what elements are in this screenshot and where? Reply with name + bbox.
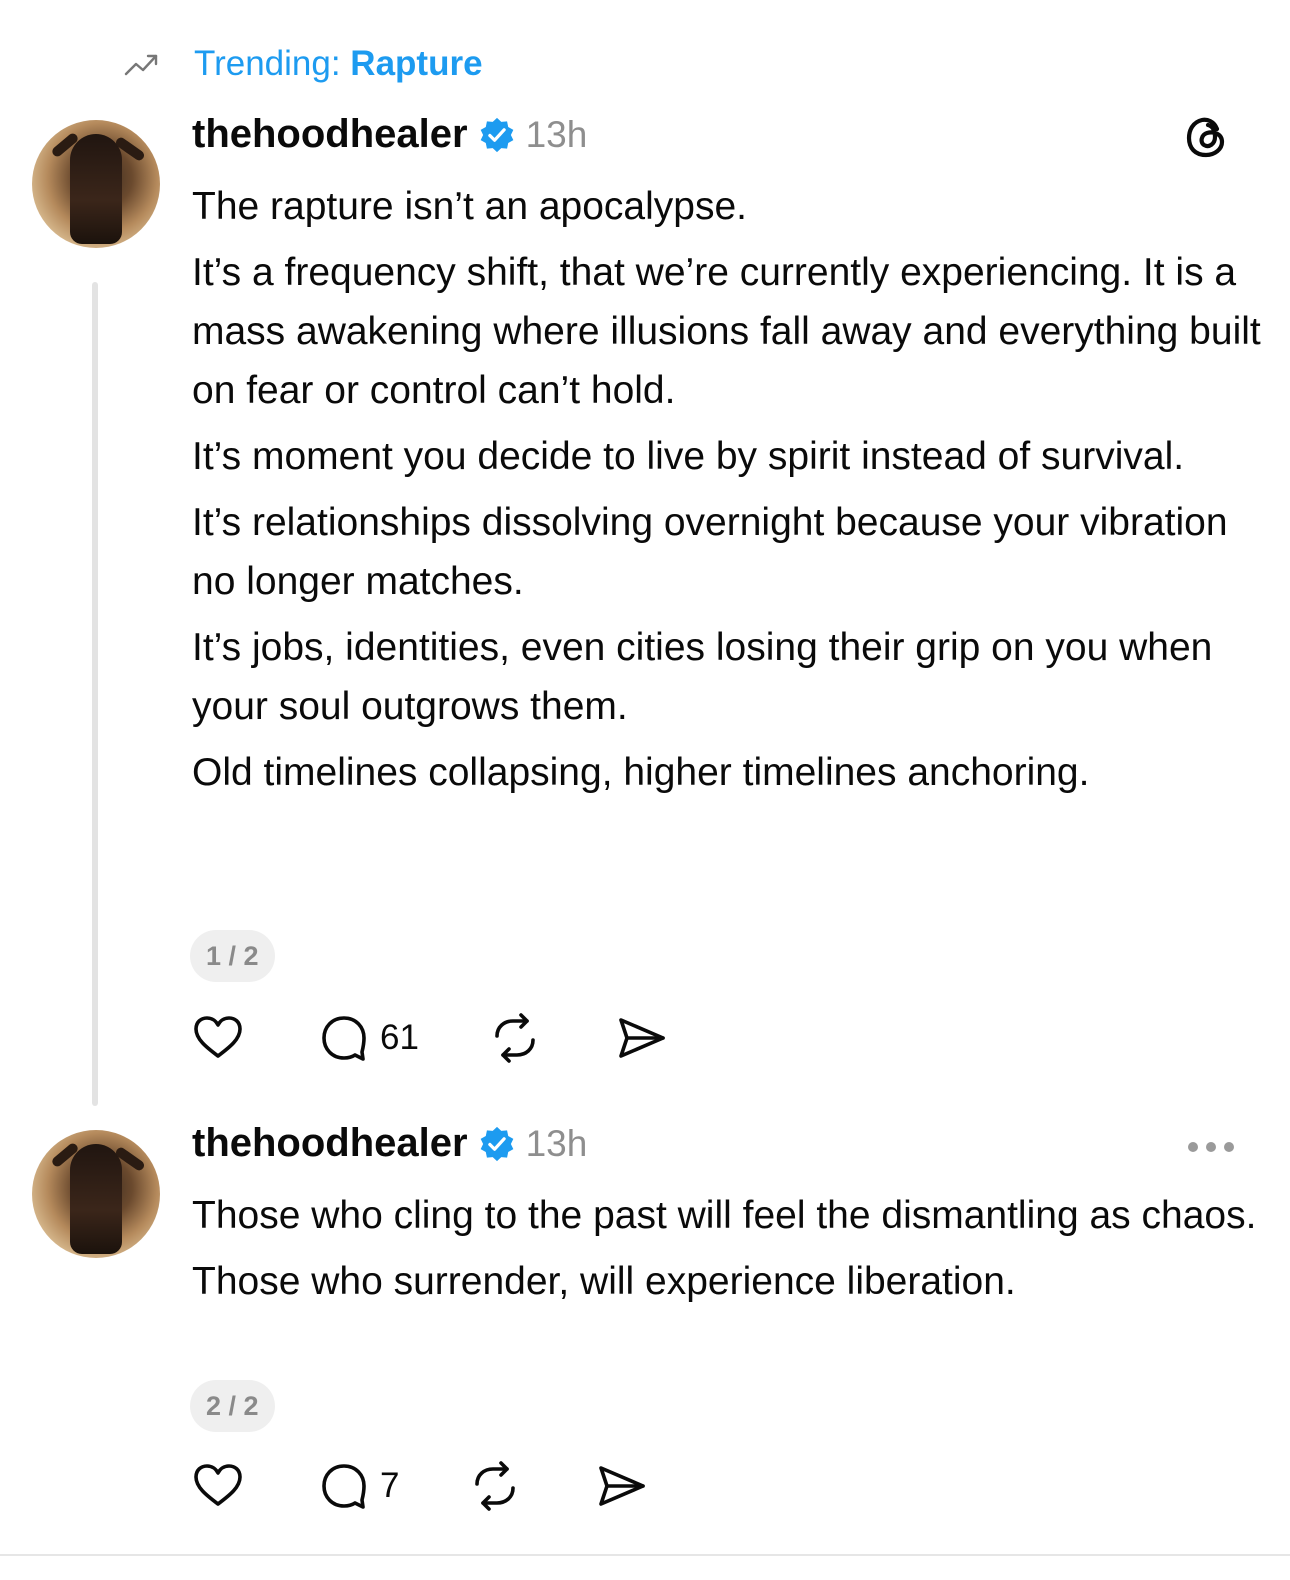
post-paragraph: Old timelines collapsing, higher timelin… [192, 751, 1090, 794]
repost-button[interactable] [487, 1010, 543, 1066]
post-actions: 61 [190, 1010, 669, 1066]
thread-counter-badge: 1 / 2 [190, 930, 275, 982]
reply-count: 61 [380, 1018, 419, 1057]
post-body: The rapture isn’t an apocalypse. It’s a … [192, 177, 1262, 809]
like-button[interactable] [190, 1010, 246, 1066]
avatar[interactable] [32, 120, 160, 248]
threads-logo-icon[interactable] [1182, 112, 1232, 162]
share-button[interactable] [593, 1458, 649, 1514]
post-paragraph: Those who surrender, will experience lib… [192, 1260, 1016, 1303]
post-header: thehoodhealer 13h [192, 1121, 587, 1166]
username[interactable]: thehoodhealer [192, 1121, 468, 1166]
post-time: 13h [525, 1122, 588, 1164]
heart-icon [194, 1464, 242, 1506]
reply-button[interactable]: 7 [316, 1458, 399, 1514]
more-dot [1224, 1142, 1234, 1152]
username[interactable]: thehoodhealer [192, 112, 468, 157]
trending-up-icon [124, 54, 158, 76]
share-button[interactable] [613, 1010, 669, 1066]
avatar[interactable] [32, 1130, 160, 1258]
repost-icon [475, 1461, 516, 1511]
trending-topic[interactable]: Rapture [350, 44, 482, 83]
more-options-button[interactable] [1188, 1142, 1234, 1152]
post-paragraph: It’s a frequency shift, that we’re curre… [192, 251, 1261, 412]
post-paragraph: It’s moment you decide to live by spirit… [192, 435, 1185, 478]
thread-connector-line [92, 282, 98, 1106]
post-actions: 7 [190, 1458, 649, 1514]
comment-icon [322, 1016, 366, 1061]
reply-button[interactable]: 61 [316, 1010, 419, 1066]
thread-counter-badge: 2 / 2 [190, 1380, 275, 1432]
post-body: Those who cling to the past will feel th… [192, 1186, 1262, 1318]
post-paragraph: Those who cling to the past will feel th… [192, 1194, 1257, 1237]
post-header: thehoodhealer 13h [192, 112, 587, 157]
trending-banner[interactable]: Trending: Rapture [122, 44, 483, 84]
send-icon [599, 1466, 646, 1506]
verified-badge-icon [480, 117, 513, 152]
trending-label: Trending: [194, 44, 341, 83]
verified-badge-icon [480, 1126, 513, 1161]
more-dot [1206, 1142, 1216, 1152]
like-button[interactable] [190, 1458, 246, 1514]
post-paragraph: The rapture isn’t an apocalypse. [192, 185, 747, 228]
repost-icon [495, 1013, 535, 1063]
send-icon [619, 1018, 665, 1058]
reply-count: 7 [380, 1466, 400, 1505]
more-dot [1188, 1142, 1198, 1152]
feed-divider [0, 1554, 1290, 1556]
repost-button[interactable] [467, 1458, 523, 1514]
heart-icon [194, 1016, 242, 1058]
post-paragraph: It’s jobs, identities, even cities losin… [192, 626, 1213, 728]
post-paragraph: It’s relationships dissolving overnight … [192, 501, 1228, 603]
comment-icon [322, 1464, 366, 1509]
post-time: 13h [525, 113, 588, 155]
